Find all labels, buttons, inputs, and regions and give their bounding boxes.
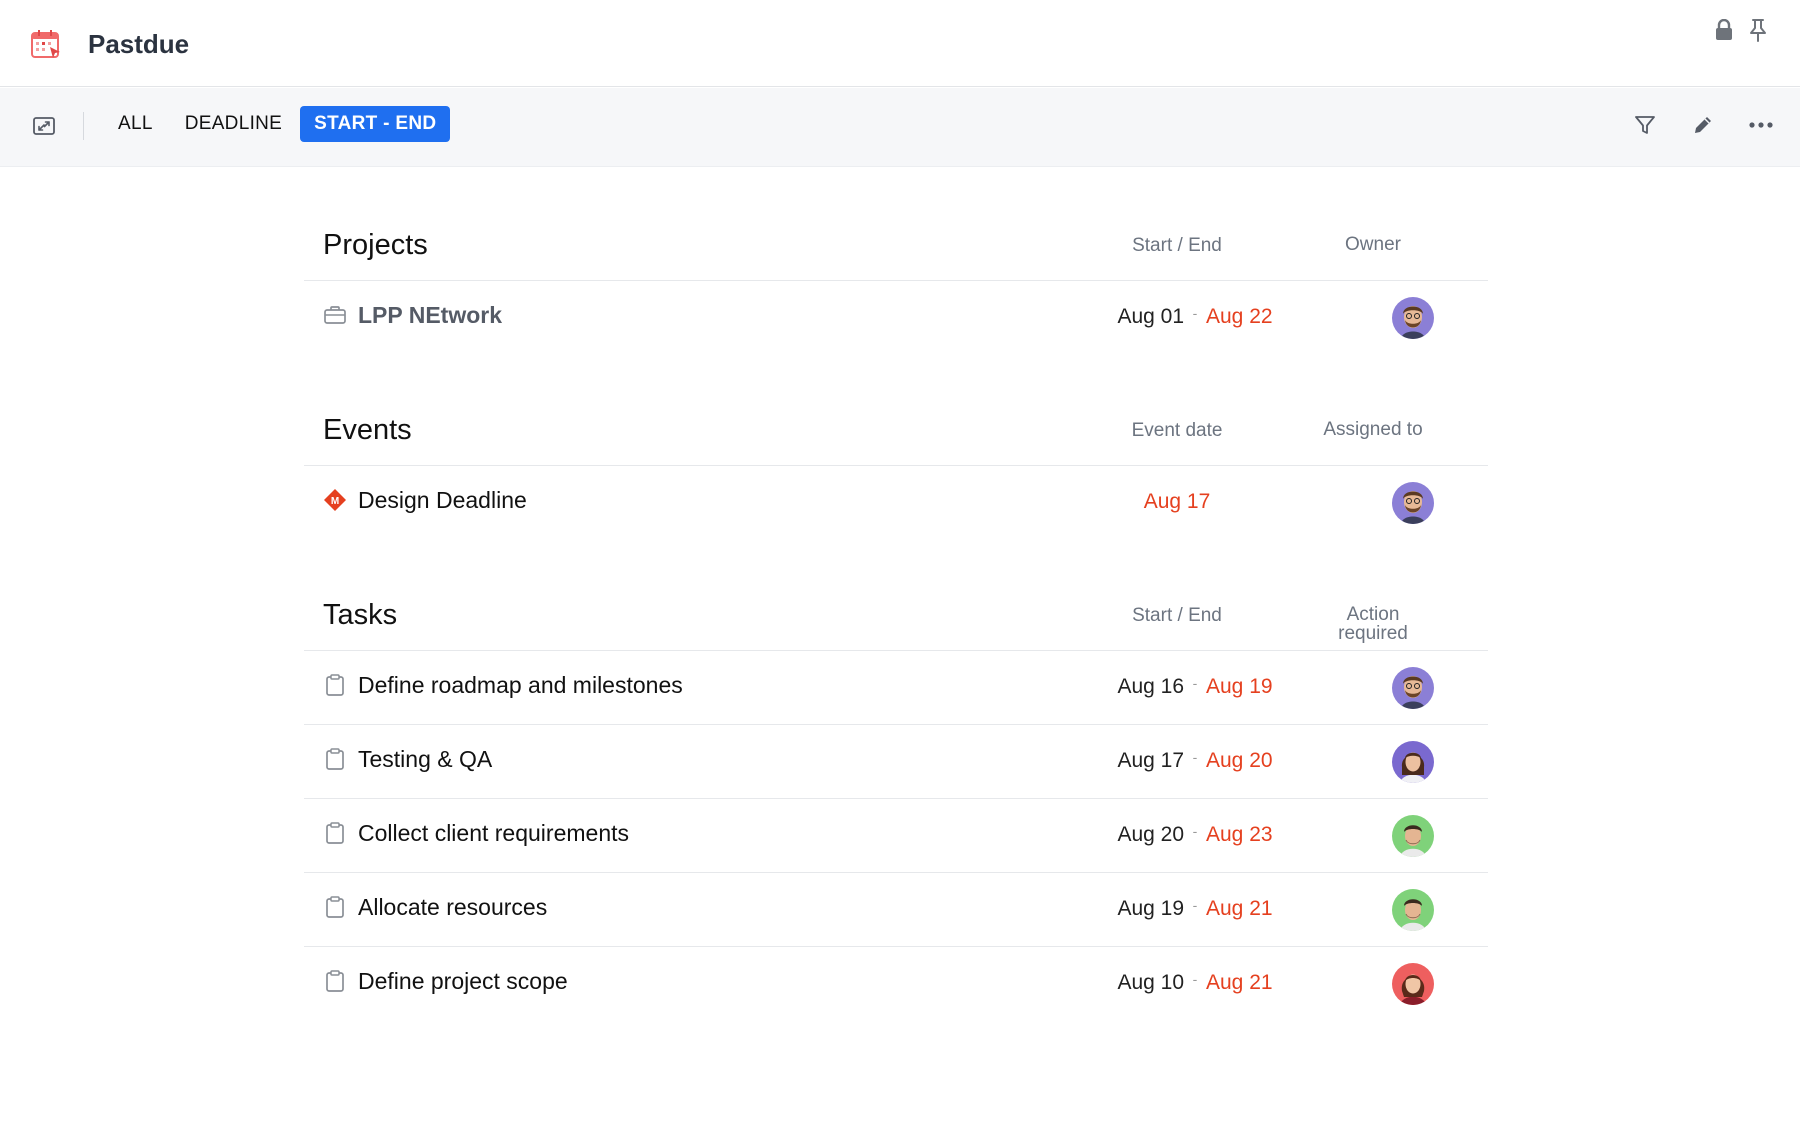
toolbar-divider bbox=[83, 112, 84, 140]
app-title: Pastdue bbox=[88, 29, 190, 59]
project-row[interactable]: LPP NEtwork Aug 01 - Aug 22 bbox=[304, 281, 1488, 355]
task-row[interactable]: Testing & QA Aug 17 - Aug 20 bbox=[304, 725, 1488, 799]
project-name[interactable]: LPP NEtwork bbox=[358, 302, 502, 329]
start-date: Aug 01 bbox=[1117, 305, 1184, 328]
start-date: Aug 20 bbox=[1117, 823, 1184, 846]
clipboard-icon bbox=[326, 970, 344, 992]
avatar[interactable] bbox=[1392, 963, 1434, 1005]
end-date: Aug 21 bbox=[1206, 971, 1273, 994]
view-tabs: ALL DEADLINE START - END bbox=[104, 106, 451, 142]
date-separator: - bbox=[1192, 971, 1198, 987]
filter-icon[interactable] bbox=[1632, 112, 1658, 138]
end-date: Aug 22 bbox=[1206, 305, 1273, 328]
toolbar: ALL DEADLINE START - END bbox=[0, 88, 1800, 167]
task-name[interactable]: Testing & QA bbox=[358, 746, 492, 773]
clipboard-icon bbox=[326, 748, 344, 770]
projects-header: Projects Start / End Owner bbox=[304, 167, 1488, 281]
date-range: Aug 16 - Aug 19 bbox=[1112, 675, 1290, 699]
header-actions bbox=[1712, 16, 1770, 44]
tasks-header: Tasks Start / End Action required bbox=[304, 539, 1488, 651]
date-separator: - bbox=[1192, 897, 1198, 913]
toolbar-actions bbox=[1632, 112, 1774, 138]
column-header: Start / End bbox=[1132, 605, 1222, 626]
column-header: Event date bbox=[1131, 420, 1223, 441]
date-separator: - bbox=[1192, 675, 1198, 691]
start-date: Aug 17 bbox=[1117, 749, 1184, 772]
milestone-icon: M bbox=[324, 489, 346, 511]
more-icon[interactable] bbox=[1748, 112, 1774, 138]
event-name[interactable]: Design Deadline bbox=[358, 487, 527, 514]
date-range: Aug 17 - Aug 20 bbox=[1112, 749, 1290, 773]
start-date: Aug 16 bbox=[1117, 675, 1184, 698]
task-row[interactable]: Define roadmap and milestones Aug 16 - A… bbox=[304, 651, 1488, 725]
task-name[interactable]: Define roadmap and milestones bbox=[358, 672, 683, 699]
clipboard-icon bbox=[326, 822, 344, 844]
lock-icon[interactable] bbox=[1712, 16, 1736, 44]
column-header: Action required bbox=[1338, 604, 1408, 644]
briefcase-icon bbox=[324, 306, 346, 324]
avatar[interactable] bbox=[1392, 815, 1434, 857]
pin-icon[interactable] bbox=[1746, 16, 1770, 44]
task-row[interactable]: Define project scope Aug 10 - Aug 21 bbox=[304, 947, 1488, 1021]
task-row[interactable]: Collect client requirements Aug 20 - Aug… bbox=[304, 799, 1488, 873]
date-range: Aug 01 - Aug 22 bbox=[1112, 305, 1290, 329]
avatar[interactable] bbox=[1392, 667, 1434, 709]
tasks-section: Tasks Start / End Action required Define… bbox=[304, 539, 1488, 1021]
date-separator: - bbox=[1192, 749, 1198, 765]
date-separator: - bbox=[1192, 823, 1198, 839]
clipboard-icon bbox=[326, 674, 344, 696]
section-title: Tasks bbox=[323, 599, 398, 631]
event-date-cell: Aug 17 bbox=[1112, 490, 1290, 514]
column-header: Start / End bbox=[1132, 235, 1222, 256]
end-date: Aug 23 bbox=[1206, 823, 1273, 846]
tab-all[interactable]: ALL bbox=[104, 106, 167, 142]
section-title: Events bbox=[323, 414, 412, 446]
date-range: Aug 10 - Aug 21 bbox=[1112, 971, 1290, 995]
tab-deadline[interactable]: DEADLINE bbox=[171, 106, 296, 142]
end-date: Aug 20 bbox=[1206, 749, 1273, 772]
date-range: Aug 20 - Aug 23 bbox=[1112, 823, 1290, 847]
app-header: Pastdue bbox=[0, 0, 1800, 87]
section-title: Projects bbox=[323, 229, 428, 261]
event-date: Aug 17 bbox=[1143, 490, 1211, 513]
expand-icon[interactable] bbox=[32, 114, 56, 138]
end-date: Aug 19 bbox=[1206, 675, 1273, 698]
avatar[interactable] bbox=[1392, 297, 1434, 339]
content: Projects Start / End Owner LPP NEtwork A… bbox=[304, 167, 1488, 1021]
clipboard-icon bbox=[326, 896, 344, 918]
events-header: Events Event date Assigned to bbox=[304, 354, 1488, 466]
calendar-logo-icon bbox=[31, 30, 60, 58]
avatar[interactable] bbox=[1392, 741, 1434, 783]
tab-start-end[interactable]: START - END bbox=[300, 106, 451, 142]
event-row[interactable]: M Design Deadline Aug 17 bbox=[304, 466, 1488, 540]
task-name[interactable]: Collect client requirements bbox=[358, 820, 629, 847]
date-range: Aug 19 - Aug 21 bbox=[1112, 897, 1290, 921]
avatar[interactable] bbox=[1392, 482, 1434, 524]
svg-text:M: M bbox=[331, 496, 339, 507]
task-row[interactable]: Allocate resources Aug 19 - Aug 21 bbox=[304, 873, 1488, 947]
column-header: Assigned to bbox=[1323, 419, 1423, 440]
events-section: Events Event date Assigned to M Design D… bbox=[304, 354, 1488, 540]
task-name[interactable]: Define project scope bbox=[358, 968, 568, 995]
end-date: Aug 21 bbox=[1206, 897, 1273, 920]
column-header: Owner bbox=[1345, 234, 1401, 255]
date-separator: - bbox=[1192, 305, 1198, 321]
start-date: Aug 19 bbox=[1117, 897, 1184, 920]
start-date: Aug 10 bbox=[1117, 971, 1184, 994]
task-name[interactable]: Allocate resources bbox=[358, 894, 547, 921]
projects-section: Projects Start / End Owner LPP NEtwork A… bbox=[304, 167, 1488, 355]
pencil-icon[interactable] bbox=[1690, 112, 1716, 138]
avatar[interactable] bbox=[1392, 889, 1434, 931]
